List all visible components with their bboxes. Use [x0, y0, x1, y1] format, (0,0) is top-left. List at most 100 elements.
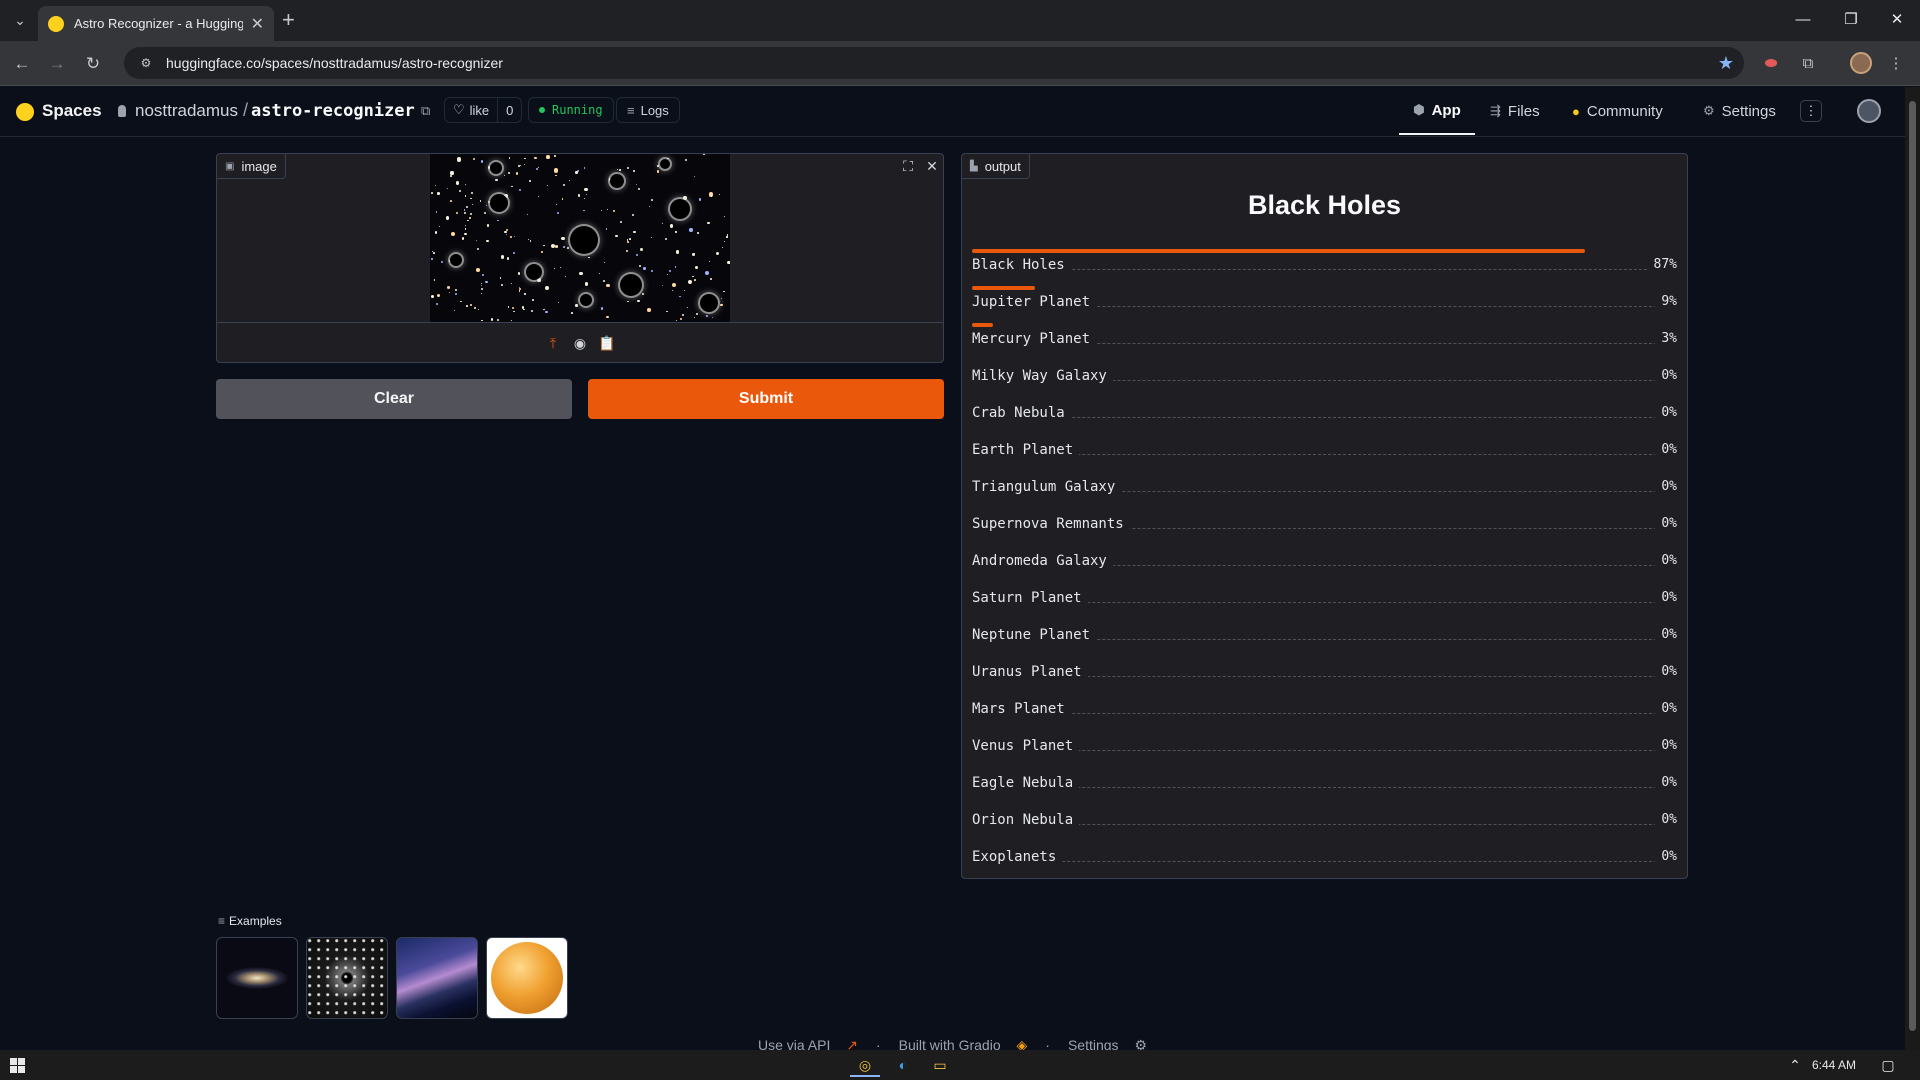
star-dot	[577, 169, 580, 172]
confidence-row: Earth Planet 0%	[972, 434, 1677, 458]
tab-files[interactable]: ⇶ Files	[1490, 87, 1540, 135]
fullscreen-icon[interactable]: ⛶	[897, 155, 919, 177]
huggingface-favicon-icon	[48, 15, 64, 32]
tab-settings[interactable]: ⚙ Settings	[1703, 87, 1776, 135]
leader-line	[972, 861, 1677, 862]
star-dot	[657, 165, 659, 167]
star-dot	[527, 238, 529, 241]
bookmark-star-icon[interactable]: ★	[1718, 53, 1734, 73]
copy-icon[interactable]: ⧉	[421, 103, 430, 119]
huggingface-logo-icon[interactable]	[16, 103, 34, 121]
star-dot	[546, 184, 548, 186]
star-dot	[464, 227, 467, 230]
star-dot	[588, 256, 590, 259]
scrollbar-thumb[interactable]	[1909, 101, 1916, 1031]
star-dot	[436, 192, 440, 195]
class-confidence: 0%	[1655, 553, 1677, 568]
star-dot	[546, 155, 550, 159]
star-dot	[694, 279, 696, 281]
star-dot	[557, 301, 559, 304]
confidence-row: Exoplanets 0%	[972, 841, 1677, 865]
star-dot	[529, 240, 531, 242]
browser-menu-icon[interactable]: ⋮	[1885, 53, 1907, 75]
spaces-link[interactable]: Spaces	[42, 101, 102, 121]
star-dot	[651, 198, 654, 201]
submit-button[interactable]: Submit	[588, 379, 944, 419]
class-confidence: 0%	[1655, 775, 1677, 790]
star-dot	[501, 283, 504, 286]
confidence-row: Neptune Planet 0%	[972, 619, 1677, 643]
class-label: Uranus Planet	[972, 664, 1088, 680]
new-tab-icon[interactable]: +	[282, 8, 295, 32]
star-dot	[726, 236, 728, 238]
example-planet-thumbnail[interactable]	[486, 937, 568, 1019]
address-bar[interactable]: ⚙ huggingface.co/spaces/nosttradamus/ast…	[124, 47, 1744, 79]
star-dot	[599, 272, 601, 274]
tray-chevron-icon[interactable]: ⌃	[1780, 1053, 1810, 1077]
star-dot	[463, 212, 466, 215]
taskbar-clock[interactable]: 6:44 AM	[1812, 1058, 1856, 1072]
star-dot	[447, 216, 449, 218]
tab-app[interactable]: ⬢ App	[1399, 87, 1475, 135]
logs-button[interactable]: ≡ Logs	[616, 97, 680, 123]
more-options-icon[interactable]: ⋮	[1800, 100, 1822, 122]
confidence-row: Andromeda Galaxy 0%	[972, 545, 1677, 569]
star-dot	[575, 304, 579, 308]
space-owner-link[interactable]: nosttradamus	[135, 101, 238, 121]
file-explorer-taskbar-icon[interactable]: ▭	[925, 1053, 955, 1077]
star-dot	[543, 244, 545, 247]
page-scrollbar[interactable]	[1905, 87, 1920, 1050]
close-tab-icon[interactable]: ✕	[251, 14, 264, 34]
extensions-puzzle-icon[interactable]: ⧉	[1797, 53, 1819, 75]
site-info-icon[interactable]: ⚙	[138, 55, 154, 71]
browser-tab-active[interactable]: Astro Recognizer - a Hugging F ✕	[38, 6, 274, 41]
star-dot	[719, 193, 721, 195]
star-dot	[555, 203, 557, 206]
window-close-icon[interactable]: ✕	[1874, 6, 1920, 34]
star-dot	[584, 187, 588, 192]
class-label: Exoplanets	[972, 849, 1063, 865]
status-badge[interactable]: Running	[528, 97, 614, 123]
tab-search-chevron-icon[interactable]: ⌄	[8, 8, 32, 32]
star-dot	[704, 270, 709, 275]
minimize-icon[interactable]: —	[1780, 6, 1826, 34]
star-dot	[554, 155, 557, 158]
clear-button[interactable]: Clear	[216, 379, 572, 419]
logs-label: Logs	[640, 102, 669, 118]
example-milkyway-thumbnail[interactable]	[396, 937, 478, 1019]
star-dot	[515, 172, 519, 175]
clipboard-icon[interactable]: 📋	[598, 334, 616, 352]
class-label: Mercury Planet	[972, 331, 1097, 347]
webcam-icon[interactable]: ◉	[571, 334, 589, 352]
like-button[interactable]: ♡ like 0	[444, 97, 523, 123]
star-dot	[448, 291, 451, 293]
notifications-icon[interactable]: ▢	[1873, 1053, 1903, 1077]
upload-icon[interactable]: ⤒	[544, 334, 562, 352]
forward-icon[interactable]: →	[44, 51, 70, 77]
star-dot	[524, 293, 526, 295]
back-icon[interactable]: ←	[9, 51, 35, 77]
star-dot	[503, 174, 505, 176]
chrome-taskbar-icon[interactable]: ◎	[850, 1053, 880, 1077]
star-dot	[650, 236, 653, 238]
restore-icon[interactable]: ❐	[1828, 6, 1874, 34]
windows-start-icon[interactable]	[10, 1058, 25, 1073]
star-dot	[431, 192, 433, 195]
star-dot	[705, 314, 708, 317]
example-galaxy-thumbnail[interactable]	[216, 937, 298, 1019]
space-repo-name[interactable]: astro-recognizer	[251, 101, 415, 121]
tab-community[interactable]: ● Community	[1572, 87, 1663, 135]
star-dot	[495, 178, 498, 181]
clear-image-icon[interactable]: ✕	[921, 155, 943, 177]
extension-icon[interactable]: ⬬	[1760, 53, 1782, 75]
user-avatar[interactable]	[1857, 99, 1881, 123]
class-confidence: 87%	[1647, 257, 1677, 272]
class-label: Jupiter Planet	[972, 294, 1097, 310]
black-hole	[570, 226, 598, 254]
star-dot	[485, 280, 488, 284]
class-label: Venus Planet	[972, 738, 1080, 754]
example-blackholes-thumbnail[interactable]	[306, 937, 388, 1019]
browser-profile-avatar[interactable]	[1850, 52, 1872, 74]
edge-taskbar-icon[interactable]: ◐	[888, 1053, 918, 1077]
reload-icon[interactable]: ↻	[80, 51, 106, 77]
